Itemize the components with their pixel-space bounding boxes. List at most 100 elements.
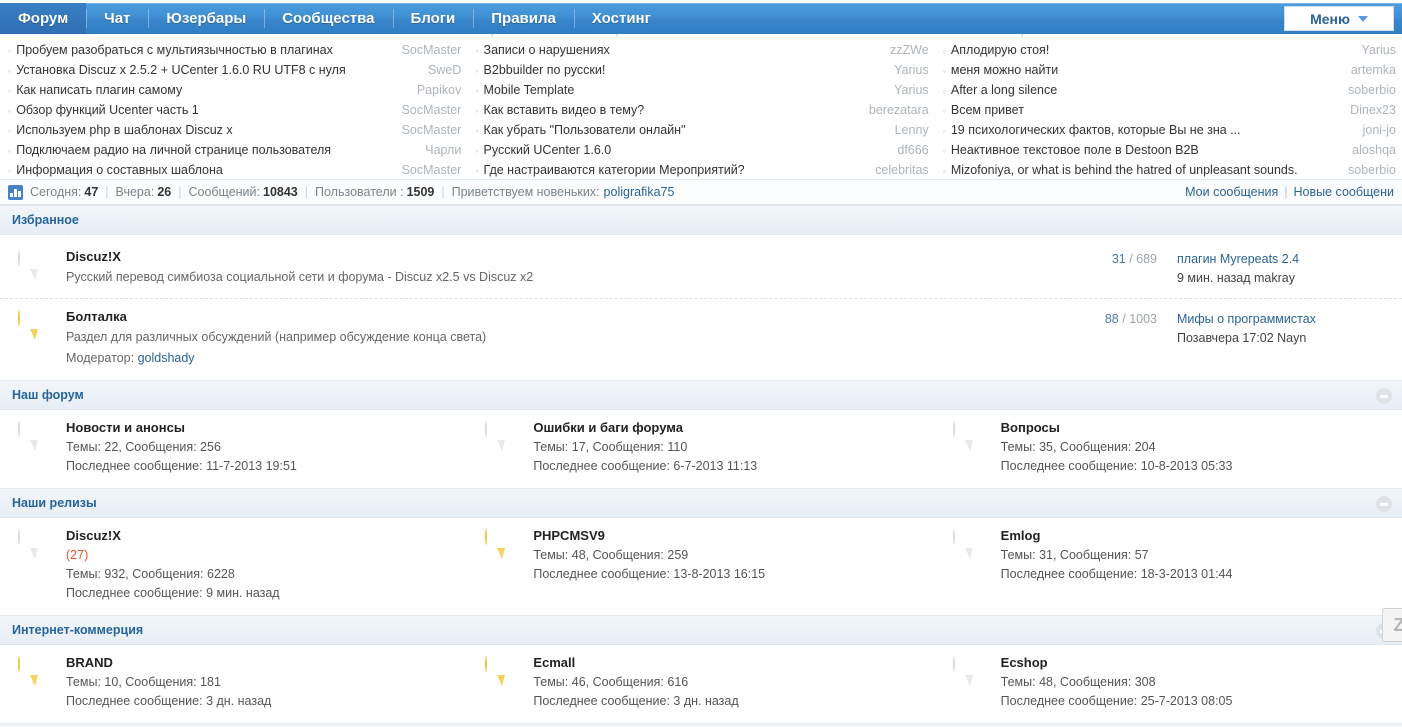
hot-thread-title[interactable]: 19 психологических фактов, которые Вы не… [951,120,1355,140]
nav-item-5[interactable]: Правила [473,3,574,34]
forum-name[interactable]: Ecshop [1001,655,1233,670]
hot-thread-row[interactable]: ◦Где настраиваются категории Мероприятий… [475,160,928,180]
hot-thread-title[interactable]: B2bbuilder по русски! [484,60,887,80]
hot-thread-row[interactable]: ◦After a long silencesoberbio [943,80,1396,100]
nav-item-1[interactable]: Чат [86,3,148,34]
hot-thread-title[interactable]: Mobile Template [484,80,887,100]
collapse-section-button[interactable] [1376,388,1392,404]
forum-last-post: Последнее сообщение: 9 мин. назад [66,584,280,603]
hot-thread-author[interactable]: df666 [897,140,928,160]
hot-thread-title[interactable]: Информация о составных шаблона [16,160,393,180]
hot-thread-title[interactable]: Как написать плагин самому [16,80,409,100]
hot-thread-row[interactable]: ◦ Подключаем радио на личной странице пол… [8,140,461,160]
hot-thread-author[interactable]: SocMaster [402,40,462,60]
hot-thread-author[interactable]: Чарли [425,140,461,160]
hot-thread-row[interactable]: ◦Mobile TemplateYarius [475,80,928,100]
hot-thread-row[interactable]: ◦19 психологических фактов, которые Вы н… [943,120,1396,140]
hot-thread-author[interactable]: SocMaster [402,100,462,120]
hot-thread-author[interactable]: Papikov [417,80,461,100]
hot-thread-author[interactable]: soberbio [1348,80,1396,100]
hot-thread-author[interactable]: Yarius [894,60,929,80]
forum-name[interactable]: Новости и анонсы [66,420,297,435]
hot-thread-author[interactable]: SocMaster [402,160,462,180]
hot-thread-row[interactable]: ◦Информация о составных шаблонаSocMaster [8,160,461,180]
hot-thread-row[interactable]: ◦Аплодирую стоя!Yarius [943,40,1396,60]
bullet-icon: ◦ [475,61,478,80]
forum-name[interactable]: Ecmall [533,655,738,670]
favorite-forum-title[interactable]: Discuz!X [66,249,1037,264]
hot-thread-title[interactable]: Пробуем разобраться с мультиязычностью в… [16,40,393,60]
hot-thread-row[interactable]: ◦Пробуем разобраться с мультиязычностью … [8,40,461,60]
speech-bubble-yellow-icon [485,657,519,687]
hot-thread-title[interactable]: After a long silence [951,80,1340,100]
hot-thread-row[interactable]: ◦ B2bbuilder по русски! Yarius [475,60,928,80]
bullet-icon: ◦ [8,141,11,160]
hot-thread-title[interactable]: Аплодирую стоя! [951,40,1354,60]
hot-thread-row[interactable]: ◦Неактивное текстовое поле в Destoon B2B… [943,140,1396,160]
my-messages-link[interactable]: Мои сообщения [1185,185,1278,199]
bullet-icon: ◦ [8,101,11,120]
hot-thread-author[interactable]: SocMaster [402,120,462,140]
forum-name[interactable]: Ошибки и баги форума [533,420,757,435]
hot-thread-author[interactable]: Dinex23 [1350,100,1396,120]
forum-body: Избранное Discuz!XРусский перевод симбио… [0,205,1402,727]
hot-thread-author[interactable]: aloshqa [1352,140,1396,160]
last-post-title[interactable]: плагин Myrepeats 2.4 [1177,250,1392,269]
last-post-meta: 9 мин. назад makray [1177,269,1392,288]
hot-thread-row[interactable]: ◦Установка Discuz x 2.5.2 + UCenter 1.6.… [8,60,461,80]
hot-thread-row[interactable]: ◦Русский UCenter 1.6.0df666 [475,140,928,160]
hot-thread-row[interactable]: ◦Всем приветDinex23 [943,100,1396,120]
hot-thread-author[interactable]: artemka [1351,60,1396,80]
nav-item-6[interactable]: Хостинг [574,3,669,34]
hot-thread-row[interactable]: ◦Используем php в шаблонах Discuz xSocMa… [8,120,461,140]
last-post-title[interactable]: Мифы о программистах [1177,310,1392,329]
hot-thread-row[interactable]: ◦Как написать плагин самомуPapikov [8,80,461,100]
collapse-section-button[interactable] [1376,496,1392,512]
nav-item-0[interactable]: Форум [0,3,86,34]
speech-bubble-yellow-icon [18,657,52,687]
forum-name[interactable]: Discuz!X [66,528,280,543]
side-scroll-widget[interactable]: Z [1382,608,1402,642]
hot-thread-author[interactable]: Yarius [894,80,929,100]
hot-thread-author[interactable]: joni-jo [1363,120,1396,140]
nav-item-4[interactable]: Блоги [393,3,474,34]
moderator-link[interactable]: goldshady [138,351,195,365]
hot-thread-row[interactable]: ◦ Обзор функций Ucenter часть 1 SocMaster [8,100,461,120]
hot-thread-title[interactable]: Обзор функций Ucenter часть 1 [16,100,393,120]
menu-button[interactable]: Меню [1284,6,1394,31]
hot-thread-title[interactable]: Подключаем радио на личной странице поль… [16,140,417,160]
new-messages-link[interactable]: Новые сообщени [1294,185,1394,199]
hot-thread-row[interactable]: ◦Mizofoniya, or what is behind the hatre… [943,160,1396,180]
forum-name[interactable]: BRAND [66,655,271,670]
hot-thread-title[interactable]: Где настраиваются категории Мероприятий? [484,160,868,180]
hot-thread-author[interactable]: soberbio [1348,160,1396,180]
favorite-forum-title[interactable]: Болталка [66,309,1037,324]
forum-name[interactable]: Emlog [1001,528,1233,543]
hot-thread-author[interactable]: SweD [428,60,461,80]
forum-name[interactable]: PHPCMSV9 [533,528,765,543]
hot-thread-title[interactable]: Русский UCenter 1.6.0 [484,140,890,160]
nav-item-2[interactable]: Юзербары [148,3,264,34]
hot-thread-title[interactable]: Mizofoniya, or what is behind the hatred… [951,160,1340,180]
hot-thread-author[interactable]: berezatara [869,100,929,120]
hot-thread-title[interactable]: Установка Discuz x 2.5.2 + UCenter 1.6.0… [16,60,420,80]
hot-thread-title[interactable]: Как убрать "Пользователи онлайн" [484,120,887,140]
hot-thread-title[interactable]: Как вставить видео в тему? [484,100,861,120]
hot-thread-title[interactable]: Неактивное текстовое поле в Destoon B2B [951,140,1344,160]
nav-item-3[interactable]: Сообщества [264,3,392,34]
hot-thread-row[interactable]: ◦Записи о нарушенияхzzZWe [475,40,928,60]
speech-bubble-gray-icon [18,251,52,281]
forum-name[interactable]: Вопросы [1001,420,1233,435]
hot-thread-title[interactable]: Используем php в шаблонах Discuz x [16,120,393,140]
hot-thread-title[interactable]: Записи о нарушениях [484,40,882,60]
hot-thread-row[interactable]: ◦Как вставить видео в тему?berezatara [475,100,928,120]
hot-thread-row[interactable]: ◦меня можно найтиartemka [943,60,1396,80]
hot-thread-author[interactable]: Lenny [895,120,929,140]
hot-thread-row[interactable]: ◦Как убрать "Пользователи онлайн"Lenny [475,120,928,140]
hot-thread-author[interactable]: zzZWe [890,40,929,60]
hot-thread-author[interactable]: Yarius [1361,40,1396,60]
hot-thread-title[interactable]: меня можно найти [951,60,1343,80]
hot-thread-title[interactable]: Всем привет [951,100,1342,120]
hot-thread-author[interactable]: celebritas [875,160,929,180]
newest-member-link[interactable]: poligrafika75 [604,185,675,199]
